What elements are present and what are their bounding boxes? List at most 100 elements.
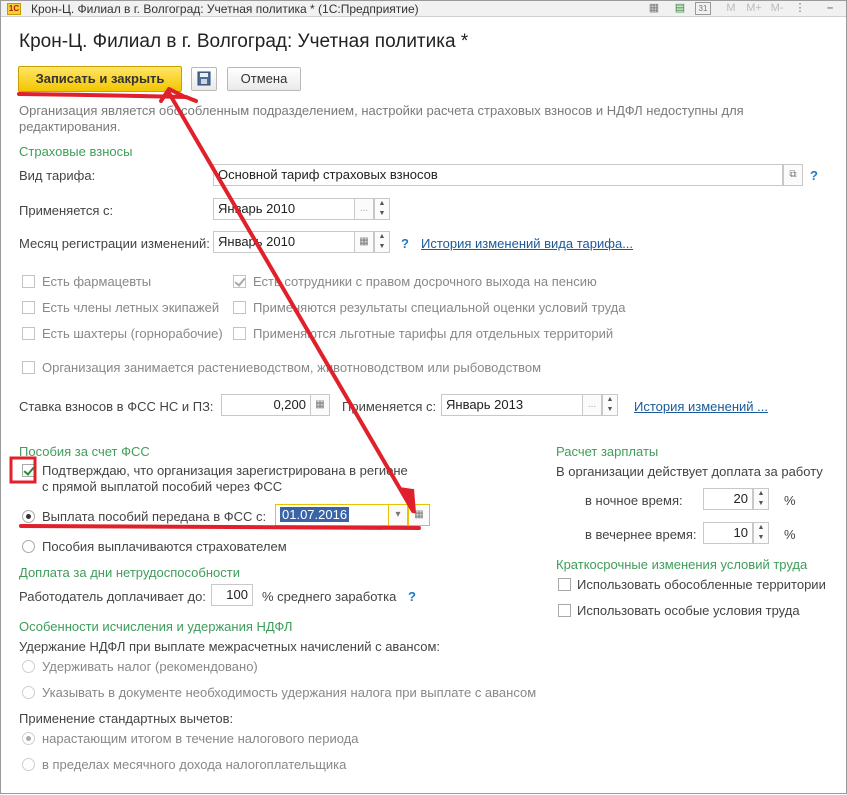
night-value: 20 [733, 491, 748, 506]
sick-pay-label: Работодатель доплачивает до: [19, 589, 206, 604]
checkbox-label: Есть члены летных экипажей [42, 300, 220, 315]
checkbox-miners[interactable] [22, 327, 35, 340]
section-ndfl-title: Особенности исчисления и удержания НДФЛ [19, 619, 293, 634]
open-tariff-icon[interactable]: ⧉ [783, 164, 803, 186]
deductions-label: Применение стандартных вычетов: [19, 711, 234, 726]
checkbox-flight-crew[interactable] [22, 301, 35, 314]
reg-month-field[interactable]: Январь 2010 [213, 231, 355, 253]
info-message: Организация является обособленным подраз… [19, 103, 744, 134]
evening-value: 10 [733, 525, 748, 540]
confirm-region-line2: с прямой выплатой пособий через ФСС [42, 479, 283, 494]
floppy-disk-icon [197, 71, 211, 86]
spin-button[interactable]: ▲ ▼ [374, 198, 390, 220]
memory-mplus-icon[interactable]: M+ [745, 2, 763, 15]
spin-button[interactable]: ▲ ▼ [753, 522, 769, 544]
ndfl-withholding-label: Удержание НДФЛ при выплате межрасчетных … [19, 639, 441, 654]
fss-rate-field[interactable]: 0,200 [221, 394, 311, 416]
tariff-field[interactable]: Основной тариф страховых взносов [213, 164, 783, 186]
evening-field[interactable]: 10 [703, 522, 753, 544]
help-icon[interactable]: ? [810, 168, 818, 183]
checkbox-label: Применяются результаты специальной оценк… [253, 300, 626, 315]
checkbox-label: Применяются льготные тарифы для отдельны… [253, 326, 614, 341]
spreadsheet-icon[interactable]: ▤ [673, 2, 687, 15]
checkbox-pharmacists[interactable] [22, 275, 35, 288]
calendar-icon[interactable]: ▦ [408, 504, 430, 526]
spin-button[interactable]: ▲ ▼ [753, 488, 769, 510]
checkbox-special-conditions[interactable] [558, 604, 571, 617]
calendar-icon[interactable]: ▦ [354, 231, 374, 253]
reg-month-label: Месяц регистрации изменений: [19, 236, 210, 251]
checkbox-special-assessment[interactable] [233, 301, 246, 314]
tariff-value: Основной тариф страховых взносов [218, 167, 438, 182]
checkbox-label: Использовать обособленные территории [577, 577, 826, 592]
benefits-date-value: 01.07.2016 [280, 507, 350, 522]
applies-from-label: Применяется с: [19, 203, 114, 218]
save-button[interactable] [191, 67, 217, 91]
annotation-underline-benefits [19, 524, 421, 530]
minimize-icon[interactable]: – [823, 2, 837, 15]
window: 1C Крон-Ц. Филиал в г. Волгоград: Учетна… [0, 0, 847, 794]
checkbox-label: Организация занимается растениеводством,… [42, 360, 542, 375]
window-title: Крон-Ц. Филиал в г. Волгоград: Учетная п… [31, 2, 419, 16]
applies-from-field[interactable]: Январь 2010 [213, 198, 355, 220]
section-short-term-title: Краткосрочные изменения условий труда [556, 557, 808, 572]
checkbox-early-pension[interactable] [233, 275, 246, 288]
benefits-date-field[interactable]: 01.07.2016 [275, 504, 391, 526]
calculator-icon[interactable]: ▦ [647, 2, 661, 15]
radio-deduction-monthly[interactable] [22, 758, 35, 771]
radio-deduction-cumulative[interactable] [22, 732, 35, 745]
fss-rate-value: 0,200 [273, 397, 306, 412]
fss-applies-label: Применяется с: [342, 399, 437, 414]
checkbox-preferential-tariffs[interactable] [233, 327, 246, 340]
checkbox-agriculture[interactable] [22, 361, 35, 374]
radio-benefits-employer[interactable] [22, 540, 35, 553]
fss-history-link[interactable]: История изменений ... [634, 399, 768, 414]
ellipsis-button[interactable]: ... [354, 198, 374, 220]
radio-benefits-fss-label: Выплата пособий передана в ФСС с: [42, 509, 267, 524]
section-benefits-title: Пособия за счет ФСС [19, 444, 150, 459]
night-field[interactable]: 20 [703, 488, 753, 510]
cancel-button[interactable]: Отмена [227, 67, 301, 91]
checkbox-label: Есть шахтеры (горнорабочие) [42, 326, 223, 341]
spin-button[interactable]: ▲ ▼ [602, 394, 618, 416]
section-payroll-title: Расчет зарплаты [556, 444, 659, 459]
page-title: Крон-Ц. Филиал в г. Волгоград: Учетная п… [19, 31, 469, 52]
calendar-icon[interactable]: 31 [695, 2, 711, 15]
checkbox-confirm-region[interactable] [22, 464, 35, 477]
radio-deduction-monthly-label: в пределах месячного дохода налогоплател… [42, 757, 347, 772]
checkbox-label: Использовать особые условия труда [577, 603, 800, 618]
title-bar: 1C Крон-Ц. Филиал в г. Волгоград: Учетна… [1, 1, 846, 17]
memory-mminus-icon[interactable]: M- [769, 2, 785, 15]
ellipsis-button[interactable]: ... [582, 394, 602, 416]
percent-label: % [784, 493, 796, 508]
checkbox-separate-territories[interactable] [558, 578, 571, 591]
checkbox-label: Есть фармацевты [42, 274, 152, 289]
radio-benefits-fss[interactable] [22, 510, 35, 523]
radio-deduction-cumulative-label: нарастающим итогом в течение налогового … [42, 731, 359, 746]
confirm-region-line1: Подтверждаю, что организация зарегистрир… [42, 463, 408, 478]
evening-label: в вечернее время: [585, 527, 697, 542]
radio-withhold-tax[interactable] [22, 660, 35, 673]
tariff-history-link[interactable]: История изменений вида тарифа... [421, 236, 633, 251]
section-sick-pay-title: Доплата за дни нетрудоспособности [19, 565, 240, 580]
sick-pay-field[interactable]: 100 [211, 584, 253, 606]
save-and-close-button[interactable]: Записать и закрыть [18, 66, 182, 92]
help-icon[interactable]: ? [408, 589, 416, 604]
reg-month-value: Январь 2010 [218, 234, 296, 249]
memory-m-icon[interactable]: M [725, 2, 737, 15]
night-label: в ночное время: [585, 493, 683, 508]
radio-withhold-doc[interactable] [22, 686, 35, 699]
applies-from-value: Январь 2010 [218, 201, 296, 216]
calculator-icon[interactable]: ▦ [310, 394, 330, 416]
payroll-subtitle: В организации действует доплата за работ… [556, 464, 823, 479]
spin-button[interactable]: ▲ ▼ [374, 231, 390, 253]
annotation-underline-save [17, 92, 198, 103]
checkbox-label: Есть сотрудники с правом досрочного выхо… [253, 274, 597, 289]
fss-applies-field[interactable]: Январь 2013 [441, 394, 583, 416]
sick-pay-suffix: % среднего заработка [262, 589, 397, 604]
radio-withhold-tax-label: Удерживать налог (рекомендовано) [42, 659, 258, 674]
help-icon[interactable]: ? [401, 236, 409, 251]
more-icon[interactable]: ⋮ [793, 2, 807, 15]
dropdown-icon[interactable]: ▾ [388, 504, 408, 526]
radio-benefits-employer-label: Пособия выплачиваются страхователем [42, 539, 287, 554]
